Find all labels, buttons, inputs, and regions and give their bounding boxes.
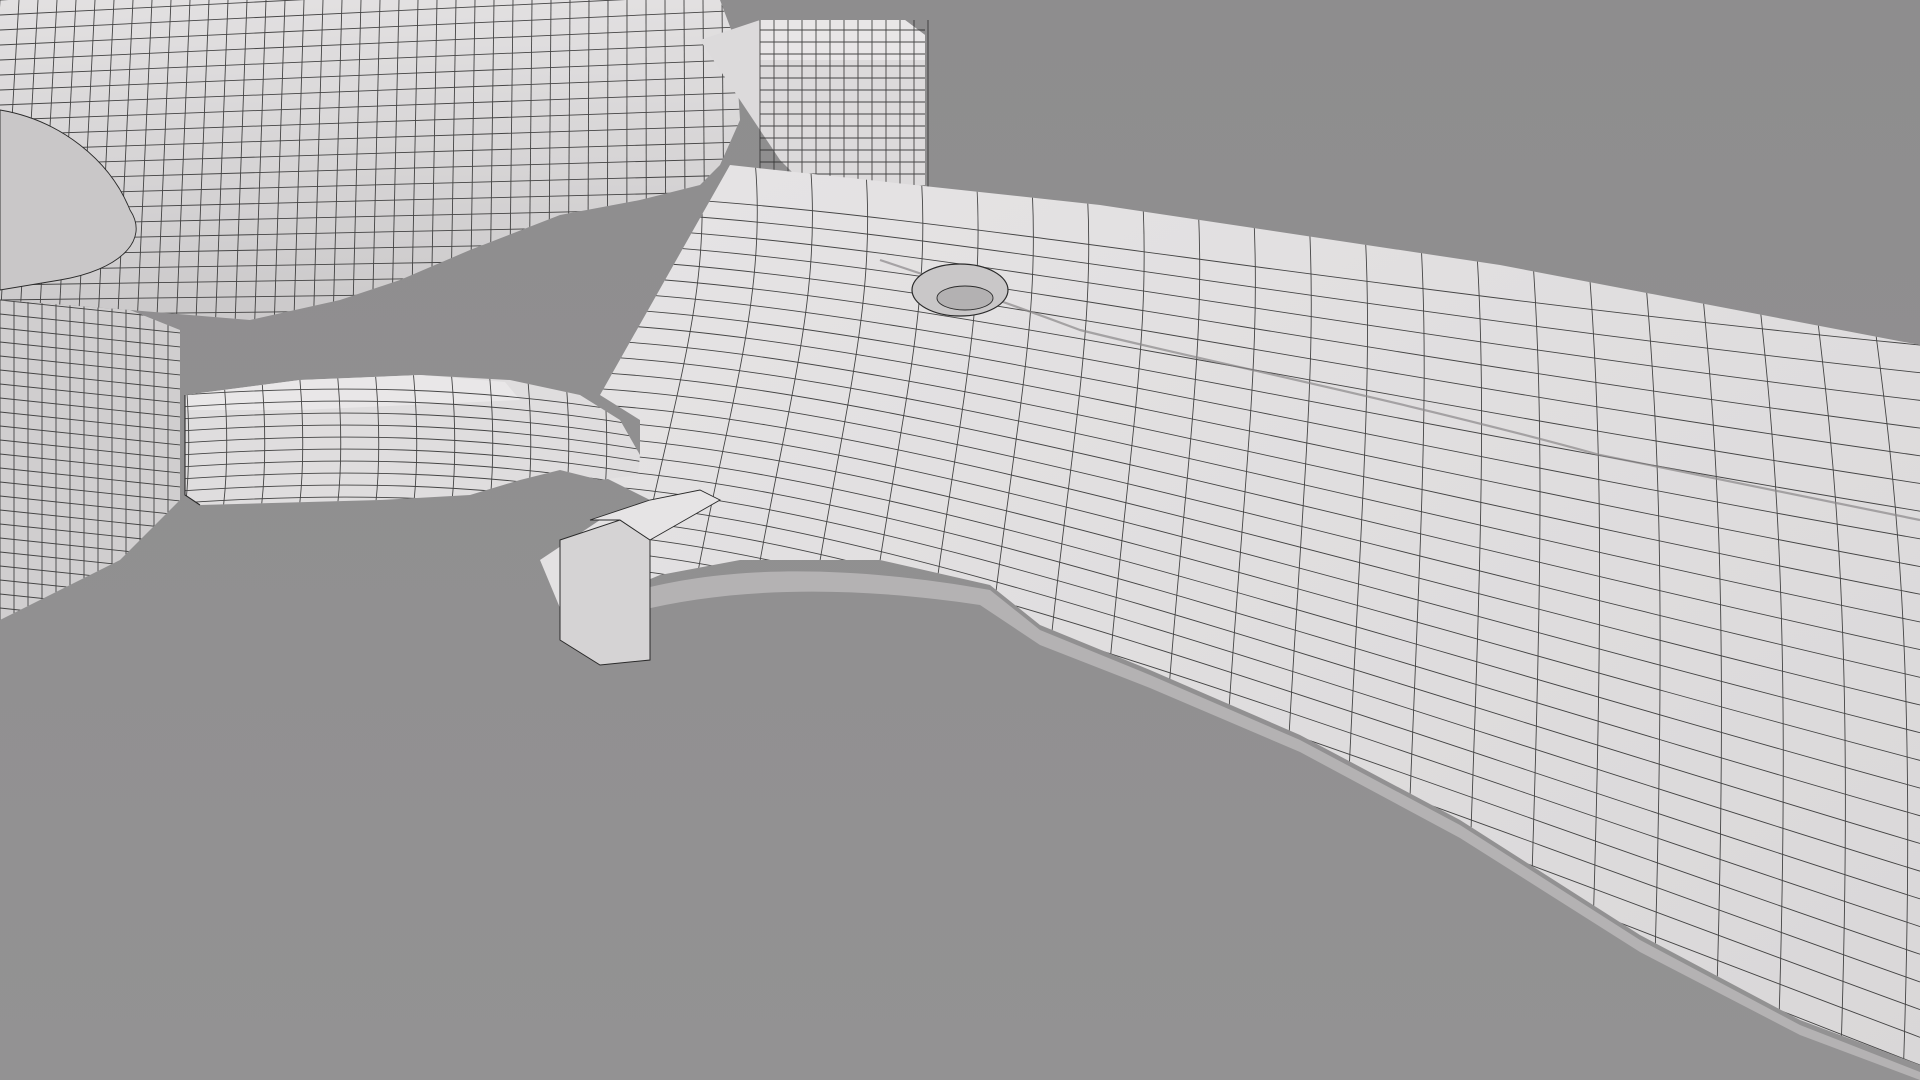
mesh-render (0, 0, 1920, 1080)
render-viewport (0, 0, 1920, 1080)
